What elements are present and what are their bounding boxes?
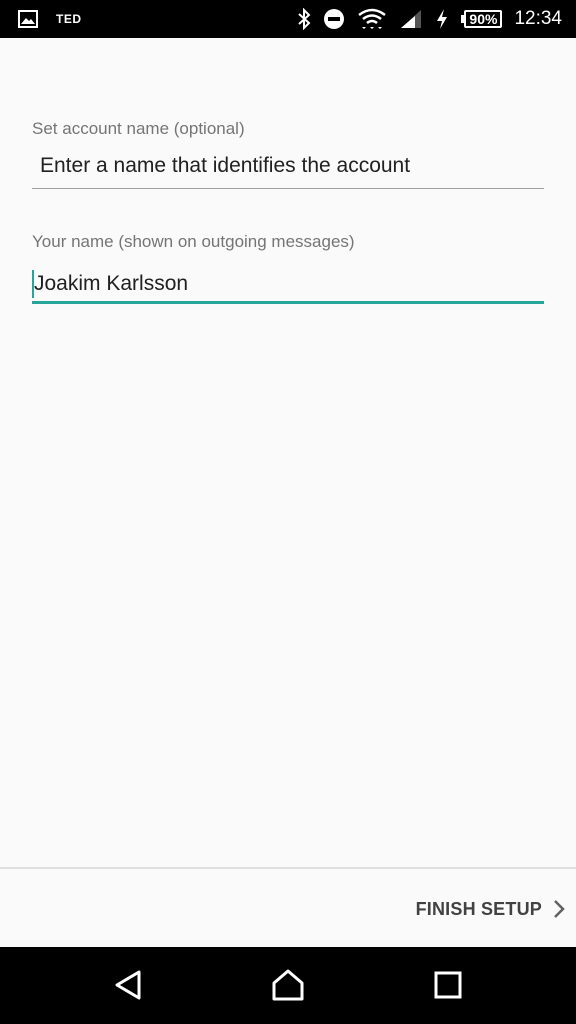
recents-button[interactable]	[428, 967, 468, 1007]
status-app-label: TED	[56, 12, 82, 26]
account-name-underline	[32, 188, 544, 189]
battery-icon: 90%	[461, 10, 503, 28]
back-icon	[113, 969, 143, 1006]
charging-icon	[435, 8, 449, 30]
account-name-input[interactable]	[32, 153, 552, 179]
status-time: 12:34	[514, 8, 562, 29]
back-button[interactable]	[108, 967, 148, 1007]
wifi-icon	[357, 8, 387, 30]
home-button[interactable]	[268, 967, 308, 1007]
battery-percent: 90%	[464, 10, 503, 28]
your-name-field: Your name (shown on outgoing messages)	[32, 232, 546, 308]
navigation-bar	[0, 947, 576, 1024]
finish-setup-button[interactable]: FINISH SETUP	[416, 891, 566, 927]
finish-setup-label: FINISH SETUP	[415, 898, 542, 919]
account-name-field: Set account name (optional)	[32, 119, 552, 191]
image-icon	[18, 10, 38, 28]
signal-icon	[399, 8, 423, 30]
chevron-right-icon	[552, 899, 566, 919]
recents-icon	[434, 971, 462, 1004]
your-name-label: Your name (shown on outgoing messages)	[32, 232, 355, 251]
bluetooth-icon	[297, 8, 311, 30]
status-bar: TED 90% 12:34	[0, 0, 576, 38]
action-bar: FINISH SETUP	[0, 867, 576, 947]
home-icon	[271, 969, 305, 1006]
your-name-input[interactable]	[32, 270, 546, 298]
your-name-underline	[32, 301, 544, 304]
account-name-label: Set account name (optional)	[32, 119, 245, 138]
do-not-disturb-icon	[323, 8, 345, 30]
